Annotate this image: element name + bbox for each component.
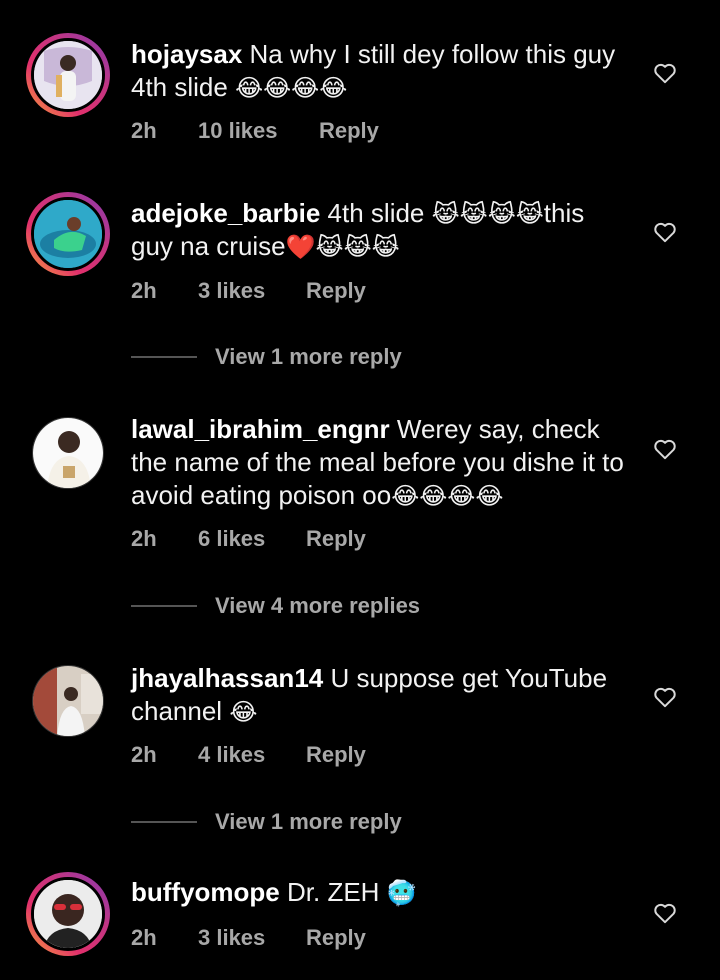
comment-body: 4th slide bbox=[327, 198, 425, 228]
avatar-image bbox=[34, 880, 102, 948]
avatar[interactable] bbox=[26, 33, 110, 117]
heart-icon[interactable] bbox=[652, 900, 678, 926]
avatar-image bbox=[33, 418, 103, 488]
comment-text: lawal_ibrahim_engnr Werey say, check the… bbox=[131, 413, 631, 512]
likes-count[interactable]: 6 likes bbox=[198, 526, 306, 552]
timestamp: 2h bbox=[131, 278, 157, 303]
likes-count[interactable]: 3 likes bbox=[198, 925, 306, 951]
heart-icon[interactable] bbox=[652, 219, 678, 245]
view-more-replies-button[interactable]: View 4 more replies bbox=[131, 593, 420, 619]
reply-button[interactable]: Reply bbox=[319, 118, 379, 144]
comment-body: Dr. ZEH bbox=[287, 877, 380, 907]
comment-meta: 2h 4 likes Reply bbox=[131, 742, 366, 768]
timestamp: 2h bbox=[131, 742, 157, 767]
comment-meta: 2h 3 likes Reply bbox=[131, 925, 366, 951]
emoji: 😂😂😂😂 bbox=[235, 75, 348, 103]
likes-count[interactable]: 4 likes bbox=[198, 742, 306, 768]
comment-text: hojaysax Na why I still dey follow this … bbox=[131, 38, 631, 104]
divider-line bbox=[131, 821, 197, 823]
divider-line bbox=[131, 356, 197, 358]
avatar[interactable] bbox=[32, 665, 104, 737]
comment-meta: 2h 3 likes Reply bbox=[131, 278, 366, 304]
view-more-label[interactable]: View 1 more reply bbox=[215, 344, 402, 370]
username[interactable]: jhayalhassan14 bbox=[131, 663, 323, 693]
timestamp: 2h bbox=[131, 118, 157, 143]
view-more-label[interactable]: View 4 more replies bbox=[215, 593, 420, 619]
reply-button[interactable]: Reply bbox=[306, 278, 366, 304]
username[interactable]: lawal_ibrahim_engnr bbox=[131, 414, 390, 444]
view-more-label[interactable]: View 1 more reply bbox=[215, 809, 402, 835]
heart-icon[interactable] bbox=[652, 684, 678, 710]
comment-text: adejoke_barbie 4th slide 😹😹😹😹this guy na… bbox=[131, 197, 631, 263]
emoji: ❤️😹😹😹 bbox=[285, 234, 400, 262]
avatar[interactable] bbox=[26, 872, 110, 956]
emoji: 🥶 bbox=[386, 880, 417, 908]
comment-meta: 2h 10 likes Reply bbox=[131, 118, 379, 144]
reply-button[interactable]: Reply bbox=[306, 742, 366, 768]
comment-meta: 2h 6 likes Reply bbox=[131, 526, 366, 552]
avatar[interactable] bbox=[32, 417, 104, 489]
view-more-replies-button[interactable]: View 1 more reply bbox=[131, 344, 402, 370]
timestamp: 2h bbox=[131, 925, 157, 950]
username[interactable]: adejoke_barbie bbox=[131, 198, 320, 228]
comment-text: jhayalhassan14 U suppose get YouTube cha… bbox=[131, 662, 631, 728]
likes-count[interactable]: 3 likes bbox=[198, 278, 306, 304]
reply-button[interactable]: Reply bbox=[306, 925, 366, 951]
heart-icon[interactable] bbox=[652, 436, 678, 462]
timestamp: 2h bbox=[131, 526, 157, 551]
likes-count[interactable]: 10 likes bbox=[198, 118, 319, 144]
avatar-image bbox=[34, 200, 102, 268]
avatar-image bbox=[33, 666, 103, 736]
heart-icon[interactable] bbox=[652, 60, 678, 86]
comment-text: buffyomope Dr. ZEH 🥶 bbox=[131, 876, 631, 909]
emoji: 😹😹😹😹 bbox=[431, 201, 544, 229]
username[interactable]: buffyomope bbox=[131, 877, 280, 907]
view-more-replies-button[interactable]: View 1 more reply bbox=[131, 809, 402, 835]
avatar-image bbox=[34, 41, 102, 109]
avatar[interactable] bbox=[26, 192, 110, 276]
reply-button[interactable]: Reply bbox=[306, 526, 366, 552]
emoji: 😂😂😂😂 bbox=[391, 483, 504, 511]
username[interactable]: hojaysax bbox=[131, 39, 242, 69]
emoji: 😂 bbox=[229, 699, 258, 727]
divider-line bbox=[131, 605, 197, 607]
